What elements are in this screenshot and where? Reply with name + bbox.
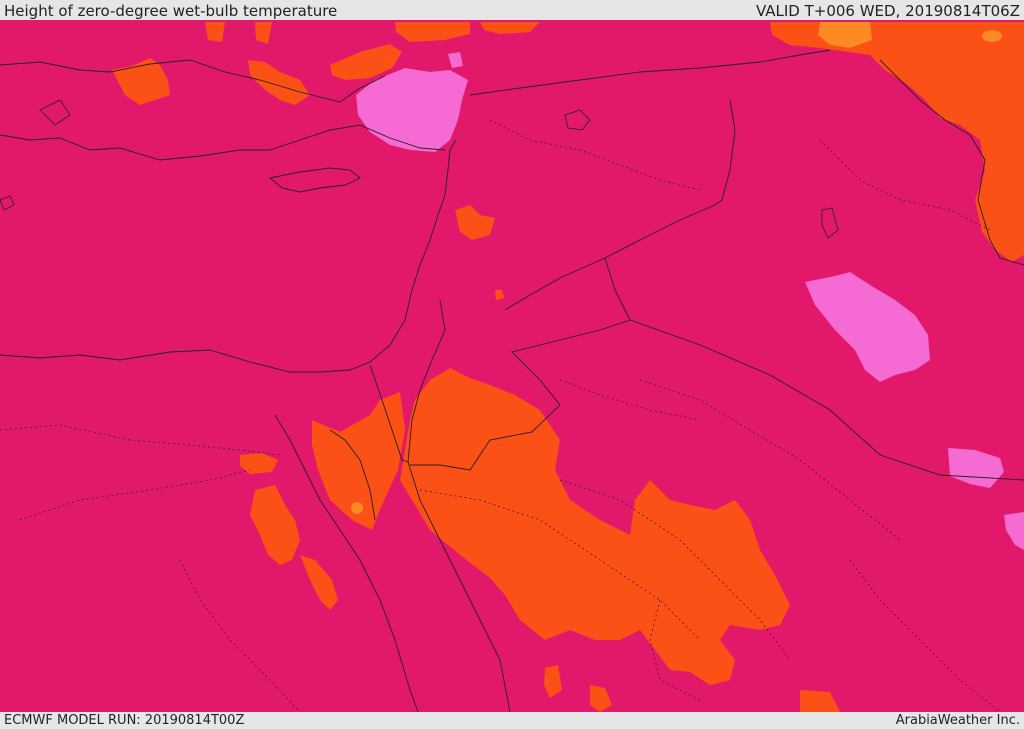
top-bar: Height of zero-degree wet-bulb temperatu… [0, 0, 1024, 20]
valid-time: VALID T+006 WED, 20190814T06Z [755, 2, 1020, 20]
bottom-bar: ECMWF MODEL RUN: 20190814T00Z ArabiaWeat… [0, 712, 1024, 729]
credit: ArabiaWeather Inc. [895, 713, 1020, 728]
map-canvas [0, 20, 1024, 712]
light-orange-spot [351, 502, 363, 514]
light-orange-spot [982, 30, 1002, 42]
model-run: ECMWF MODEL RUN: 20190814T00Z [4, 713, 245, 728]
map-title: Height of zero-degree wet-bulb temperatu… [4, 2, 338, 20]
orange-region-turkey-e [205, 22, 225, 42]
map-area[interactable] [0, 20, 1024, 712]
